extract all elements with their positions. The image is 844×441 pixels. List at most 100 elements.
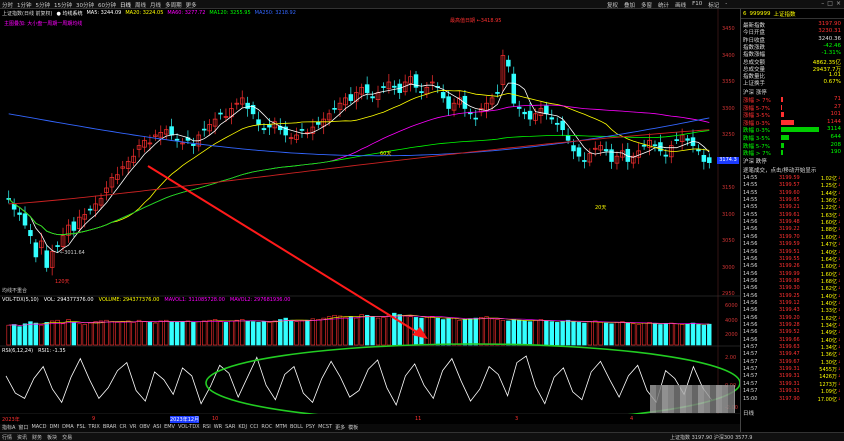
bottom-nav-item[interactable]: 板块	[47, 434, 57, 441]
indicator-tab[interactable]: ROC	[261, 424, 272, 432]
volume-bar	[663, 323, 669, 346]
indicator-tab[interactable]: EMV	[164, 424, 175, 432]
tick-time: 14:55	[743, 175, 758, 181]
tick-row: 14:56 3199.30 1.62亿 ↓	[743, 285, 841, 292]
indicator-tab[interactable]: RSI	[203, 424, 211, 432]
volume-bar	[267, 322, 272, 346]
minimize-icon[interactable]: –	[821, 0, 824, 7]
volume-bar	[593, 320, 598, 346]
bottom-nav-item[interactable]: 交易	[62, 434, 72, 441]
indicator-tab[interactable]: 更多	[335, 424, 345, 432]
indicator-tab[interactable]: OBV	[139, 424, 150, 432]
breadth-value: 190	[830, 149, 842, 156]
indicator-tab[interactable]: CR	[119, 424, 126, 432]
volume-legend-item: VOL: 294377376.00	[43, 297, 94, 303]
period-tab[interactable]: 多周期	[165, 1, 182, 9]
breadth-row: 涨幅 5-7% 27	[743, 104, 841, 112]
indicator-tab[interactable]: FSL	[77, 424, 86, 432]
tick-direction-icon: ↓	[837, 189, 841, 195]
indicator-tab[interactable]: ASI	[153, 424, 161, 432]
indicator-tab[interactable]: 指标A	[2, 424, 15, 432]
candle-body	[169, 126, 174, 136]
tick-time: 14:57	[743, 344, 758, 351]
chart-area[interactable]	[0, 9, 740, 414]
period-tab[interactable]: 15分钟	[54, 1, 72, 9]
tick-row: 14:57 3199.31 1426万 ↓	[743, 373, 841, 380]
tick-time: 14:56	[743, 314, 758, 321]
volume-bar	[71, 322, 77, 346]
indicator-tab[interactable]: WR	[214, 424, 222, 432]
period-tab[interactable]: 周线	[135, 1, 146, 9]
indicator-tab[interactable]: VOL-TDX	[178, 424, 200, 432]
tool-button[interactable]: 叠加	[624, 1, 635, 9]
tick-price: 3199.21	[779, 204, 800, 211]
indicator-tab[interactable]: MCST	[318, 424, 332, 432]
candle-body	[316, 121, 321, 125]
period-tab[interactable]: 日线	[120, 1, 131, 9]
tool-button[interactable]: 画线	[675, 1, 686, 9]
indicator-tab[interactable]: DMA	[62, 424, 74, 432]
tool-button[interactable]: 复权	[607, 1, 618, 9]
volume-bar	[544, 320, 549, 346]
indicator-tab[interactable]: DMI	[49, 424, 59, 432]
indicator-tab[interactable]: BRAR	[103, 424, 117, 432]
tick-direction-icon: ↓	[837, 322, 841, 327]
maximize-icon[interactable]: □	[827, 0, 833, 7]
indicator-tab[interactable]: BOLL	[290, 424, 303, 432]
tool-button[interactable]: 多窗	[641, 1, 652, 9]
period-tab[interactable]: 月线	[150, 1, 161, 9]
tool-button[interactable]: F10	[692, 1, 702, 9]
ma-legend-item: MA120: 3255.95	[209, 10, 251, 16]
candle-body	[603, 149, 609, 152]
period-tab[interactable]: 30分钟	[76, 1, 94, 9]
breadth-row: 涨幅 0-3% 1144	[743, 119, 841, 127]
volume-bar	[337, 315, 343, 346]
breadth-header: 沪深 涨停	[743, 90, 767, 96]
rsi-legend: RSI(6,12,24) RSI1: -1.35	[2, 348, 66, 354]
tick-row: 14:57 3199.31 5455万 ↓	[743, 366, 841, 373]
period-tab[interactable]: 5分钟	[36, 1, 51, 9]
indicator-tab[interactable]: CCI	[250, 424, 258, 432]
volume-bar	[28, 321, 33, 346]
volume-bar	[565, 319, 571, 346]
period-tab[interactable]: 更多	[186, 1, 197, 9]
candlestick-chart[interactable]	[0, 9, 740, 414]
candle-body	[554, 122, 560, 125]
tool-button[interactable]: -	[725, 1, 727, 9]
tick-time: 14:56	[743, 241, 758, 248]
quote-stat-row: 最新指数 3197.90	[743, 21, 841, 29]
volume-bar	[560, 320, 565, 346]
bottom-nav-item[interactable]: 行情	[2, 434, 12, 441]
indicator-tab[interactable]: MTM	[275, 424, 287, 432]
period-tab[interactable]: 分时	[2, 1, 13, 9]
price-tick-label: 3450	[722, 26, 735, 32]
breadth-row: 涨幅 3-5% 101	[743, 111, 841, 119]
indicator-tab[interactable]: TRIX	[88, 424, 99, 432]
bottom-nav-item[interactable]: 资讯	[17, 434, 27, 441]
indicator-tab[interactable]: KDJ	[238, 424, 247, 432]
tick-time: 14:56	[743, 329, 758, 336]
indicator-tab[interactable]: VR	[129, 424, 136, 432]
volume-bar	[533, 319, 538, 346]
indicator-tab[interactable]: MACD	[31, 424, 46, 432]
tool-button[interactable]: 标记	[708, 1, 719, 9]
tick-volume: 5455万	[819, 367, 837, 374]
period-tab[interactable]: 1分钟	[17, 1, 32, 9]
volume-bar	[386, 314, 392, 346]
close-icon[interactable]: ×	[836, 0, 841, 7]
volume-bar	[185, 320, 191, 346]
volume-bar	[495, 319, 500, 346]
volume-bar	[55, 319, 60, 346]
tick-volume: 1.40亿	[820, 337, 837, 344]
indicator-tab[interactable]: SAR	[225, 424, 235, 432]
indicator-tab[interactable]: 模板	[348, 424, 358, 432]
volume-tick-label: 4000	[725, 318, 738, 324]
indicator-tab[interactable]: 窗口	[18, 424, 28, 432]
tool-button[interactable]: 统计	[658, 1, 669, 9]
tick-volume: 1.88亿	[820, 227, 837, 234]
period-tab[interactable]: 60分钟	[98, 1, 116, 9]
bottom-nav-item[interactable]: 财务	[32, 434, 42, 441]
candle-body	[261, 128, 267, 131]
indicator-tab[interactable]: PSY	[306, 424, 315, 432]
ma-legend-item: MA60: 3277.72	[167, 10, 206, 16]
